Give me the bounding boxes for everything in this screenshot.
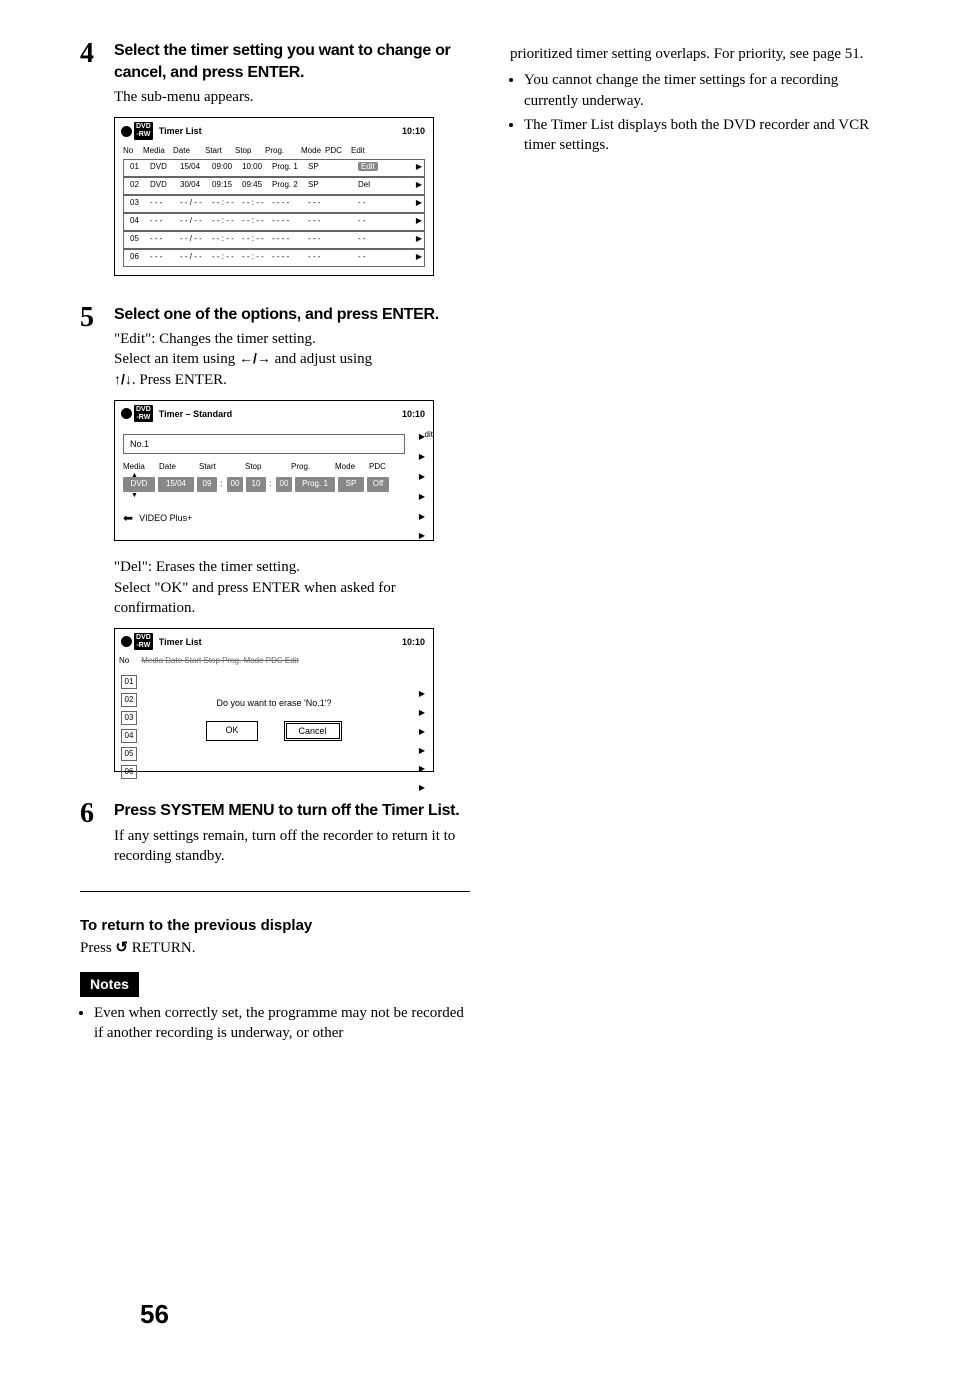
disc-icon: DVD-RW [121, 405, 153, 422]
panel-title: Timer List [159, 636, 202, 648]
notes-label: Notes [80, 972, 139, 997]
step-desc: The sub-menu appears. [114, 87, 470, 107]
left-right-arrows-icon: ←/→ [239, 350, 271, 366]
pdc-cell[interactable]: Off [367, 477, 389, 492]
ok-button[interactable]: OK [206, 721, 257, 741]
start-min-cell[interactable]: 00 [227, 477, 243, 492]
erase-confirm-panel: DVD-RW Timer List 10:10 No Media Date St… [114, 628, 434, 772]
step-title: Select one of the options, and press ENT… [114, 304, 470, 326]
down-triangle-icon: ▼ [131, 491, 138, 500]
date-cell[interactable]: 15/04 [158, 477, 194, 492]
step-5: 5 Select one of the options, and press E… [80, 304, 470, 789]
disc-icon: DVD-RW [121, 122, 153, 139]
stop-min-cell[interactable]: 00 [276, 477, 292, 492]
panel-time: 10:10 [402, 125, 425, 137]
entry-number: No.1 [123, 434, 405, 454]
cancel-button[interactable]: Cancel [284, 721, 342, 741]
panel-title: Timer – Standard [159, 408, 232, 420]
faded-header: No Media Date Start Stop Prog. Mode PDC … [115, 656, 433, 669]
list-row: 05- - -- - / - -- - : - -- - : - -- - - … [123, 231, 425, 249]
step-number: 4 [80, 40, 102, 292]
media-cell[interactable]: DVD [123, 477, 155, 492]
step-title: Select the timer setting you want to cha… [114, 40, 470, 83]
videoplus-label: VIDEO Plus+ [139, 512, 192, 524]
row-numbers: 010203040506 [121, 675, 137, 779]
separator [80, 891, 470, 892]
list-row: 03- - -- - / - -- - : - -- - : - -- - - … [123, 195, 425, 213]
timer-standard-panel: DVD-RW Timer – Standard 10:10 dit No.1 M… [114, 400, 434, 541]
return-icon: ↺ [115, 940, 128, 956]
list-row: 02DVD30/0409:1509:45Prog. 2SPDel▶ [123, 177, 425, 195]
mode-cell[interactable]: SP [338, 477, 364, 492]
disc-icon: DVD-RW [121, 633, 153, 650]
prog-cell[interactable]: Prog. 1 [295, 477, 335, 492]
left-arrow-icon: ⬅ [123, 510, 133, 526]
timer-list-panel: DVD-RW Timer List 10:10 No Media Date St… [114, 117, 434, 275]
list-header: No Media Date Start Stop Prog. Mode PDC … [117, 146, 425, 157]
step-number: 6 [80, 800, 102, 866]
right-notes-list: You cannot change the timer settings for… [510, 70, 894, 155]
return-heading: To return to the previous display [80, 916, 470, 936]
step-6: 6 Press SYSTEM MENU to turn off the Time… [80, 800, 470, 866]
start-hour-cell[interactable]: 09 [197, 477, 217, 492]
panel-title: Timer List [159, 125, 202, 137]
field-row: DVD 15/04 09 : 00 10 : 00 Prog. 1 SP Off… [123, 477, 425, 492]
confirm-message: Do you want to erase 'No.1'? [123, 697, 425, 709]
list-row: 04- - -- - / - -- - : - -- - : - -- - - … [123, 213, 425, 231]
up-down-arrows-icon: ↑/↓ [114, 371, 132, 387]
step-text: "Edit": Changes the timer setting. Selec… [114, 329, 470, 390]
step-4: 4 Select the timer setting you want to c… [80, 40, 470, 292]
panel-time: 10:10 [402, 408, 425, 420]
step-desc: If any settings remain, turn off the rec… [114, 826, 470, 867]
return-text: Press ↺ RETURN. [80, 938, 470, 958]
side-triangles: ▶▶▶▶▶▶ [419, 689, 425, 794]
list-row: 06- - -- - / - -- - : - -- - : - -- - - … [123, 249, 425, 267]
edit-cutoff-label: dit [425, 430, 433, 441]
up-triangle-icon: ▲ [131, 471, 138, 480]
list-row: 01DVD15/0409:0010:00Prog. 1SPEdit▶ [123, 159, 425, 177]
note-item: Even when correctly set, the programme m… [94, 1003, 470, 1044]
page-number: 56 [140, 1297, 169, 1332]
continuation-text: prioritized timer setting overlaps. For … [510, 44, 894, 64]
notes-list: Even when correctly set, the programme m… [80, 1003, 470, 1044]
del-text: "Del": Erases the timer setting. Select … [114, 557, 470, 618]
step-number: 5 [80, 304, 102, 789]
field-header: Media Date Start Stop Prog. Mode PDC [123, 462, 425, 473]
step-title: Press SYSTEM MENU to turn off the Timer … [114, 800, 470, 822]
panel-time: 10:10 [402, 636, 425, 648]
stop-hour-cell[interactable]: 10 [246, 477, 266, 492]
note-item: The Timer List displays both the DVD rec… [524, 115, 894, 156]
side-triangles: ▶▶▶▶▶▶ [419, 432, 425, 542]
note-item: You cannot change the timer settings for… [524, 70, 894, 111]
